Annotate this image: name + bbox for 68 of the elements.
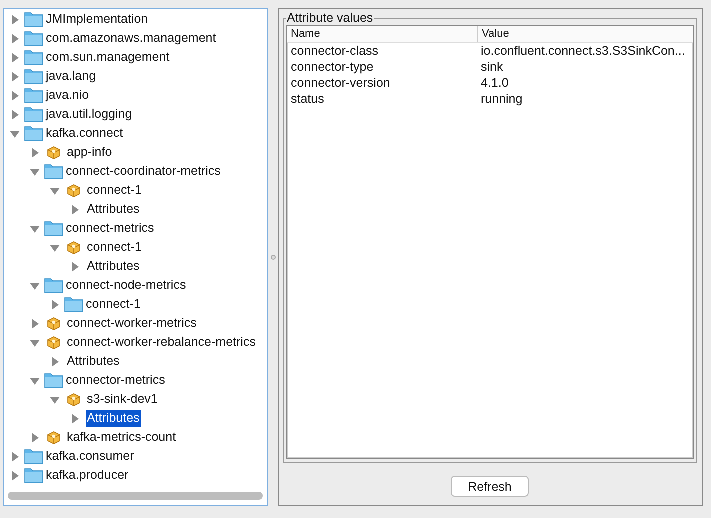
- tree-node[interactable]: java.util.logging: [45, 106, 134, 123]
- folder-icon: [24, 467, 44, 484]
- folder-icon: [44, 220, 64, 237]
- table-cell-text: connector-version: [290, 76, 392, 90]
- tree-node[interactable]: Attributes: [86, 410, 141, 427]
- tree-node[interactable]: connect-metrics: [65, 220, 156, 237]
- folder-icon: [44, 372, 64, 389]
- tree-node[interactable]: connect-worker-metrics: [66, 315, 198, 332]
- tree-node[interactable]: connect-1: [86, 239, 143, 256]
- folder-icon: [64, 296, 84, 313]
- group-title: Attribute values: [286, 11, 374, 25]
- folder-icon: [44, 163, 64, 180]
- collapse-arrow-icon[interactable]: [10, 128, 20, 138]
- table-cell-text: sink: [480, 60, 504, 74]
- column-header[interactable]: Value: [477, 26, 693, 42]
- folder-icon: [24, 87, 44, 104]
- table-cell-text: running: [480, 92, 524, 106]
- folder-icon: [44, 277, 64, 294]
- tree-node[interactable]: Attributes: [86, 258, 141, 275]
- folder-icon: [24, 68, 44, 85]
- bean-icon: [67, 184, 81, 198]
- tree-node[interactable]: com.sun.management: [45, 49, 171, 66]
- tree-node[interactable]: java.lang: [45, 68, 98, 85]
- tree-node[interactable]: kafka.connect: [45, 125, 124, 142]
- splitter-handle[interactable]: [270, 254, 276, 260]
- tree-node[interactable]: java.nio: [45, 87, 90, 104]
- tree-node[interactable]: Attributes: [66, 353, 121, 370]
- tree-node[interactable]: kafka-metrics-count: [66, 429, 178, 446]
- bean-icon: [47, 336, 61, 350]
- tree-node[interactable]: Attributes: [86, 201, 141, 218]
- bean-icon: [47, 430, 61, 444]
- tree-node[interactable]: com.amazonaws.management: [45, 30, 218, 47]
- tree-node[interactable]: JMImplementation: [45, 11, 150, 28]
- tree-node[interactable]: connect-1: [85, 296, 142, 313]
- table-cell-text: status: [290, 92, 326, 106]
- folder-icon: [24, 30, 44, 47]
- tree-node[interactable]: connect-worker-rebalance-metrics: [66, 334, 257, 351]
- collapse-arrow-icon[interactable]: [30, 280, 40, 290]
- tree-node[interactable]: connect-coordinator-metrics: [65, 163, 222, 180]
- expand-arrow-icon[interactable]: [70, 204, 80, 214]
- tree-node[interactable]: connect-1: [86, 182, 143, 199]
- folder-icon: [24, 11, 44, 28]
- tree-node[interactable]: connector-metrics: [65, 372, 166, 389]
- folder-icon: [24, 49, 44, 66]
- folder-icon: [24, 106, 44, 123]
- tree-node[interactable]: app-info: [66, 144, 114, 161]
- bean-icon: [47, 316, 61, 330]
- column-header[interactable]: Name: [287, 26, 477, 42]
- expand-arrow-icon[interactable]: [50, 356, 60, 366]
- expand-arrow-icon[interactable]: [70, 262, 80, 272]
- expand-arrow-icon[interactable]: [30, 148, 40, 158]
- tree-node[interactable]: kafka.consumer: [45, 448, 136, 465]
- refresh-button[interactable]: Refresh: [451, 476, 529, 497]
- folder-icon: [24, 448, 44, 465]
- bean-icon: [67, 392, 81, 406]
- bean-icon: [67, 240, 81, 254]
- table-cell-text: io.confluent.connect.s3.S3SinkCon...: [480, 44, 686, 58]
- table-cell-text: 4.1.0: [480, 76, 510, 90]
- tree-node[interactable]: connect-node-metrics: [65, 277, 188, 294]
- table-cell-text: connector-type: [290, 60, 375, 74]
- horizontal-scrollbar[interactable]: [8, 492, 263, 500]
- bean-icon: [47, 146, 61, 160]
- table-cell-text: connector-class: [290, 44, 380, 58]
- folder-icon: [24, 125, 44, 142]
- expand-arrow-icon[interactable]: [70, 414, 80, 424]
- tree-node[interactable]: s3-sink-dev1: [86, 391, 159, 408]
- collapse-arrow-icon[interactable]: [30, 338, 40, 348]
- tree-node[interactable]: kafka.producer: [45, 467, 130, 484]
